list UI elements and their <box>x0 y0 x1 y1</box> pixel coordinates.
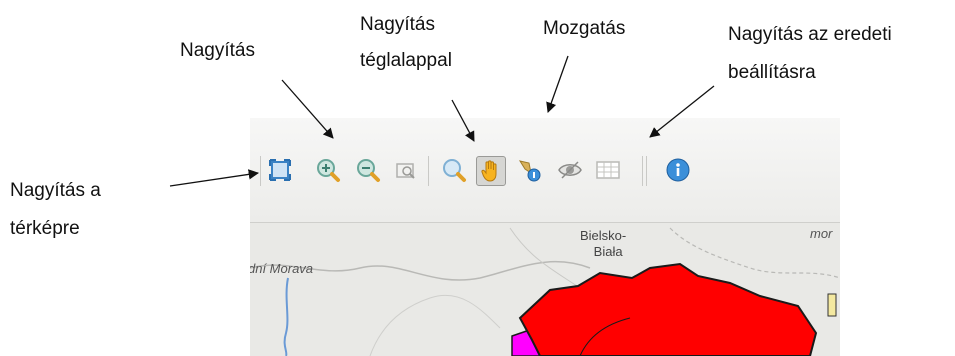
arrow-pan <box>546 55 569 113</box>
arrow-zoom <box>281 79 334 139</box>
arrow-zoom-rectangle <box>451 99 475 142</box>
callout-arrows <box>169 55 715 187</box>
arrow-reset <box>649 85 715 138</box>
arrow-zoom-extent <box>169 169 260 187</box>
